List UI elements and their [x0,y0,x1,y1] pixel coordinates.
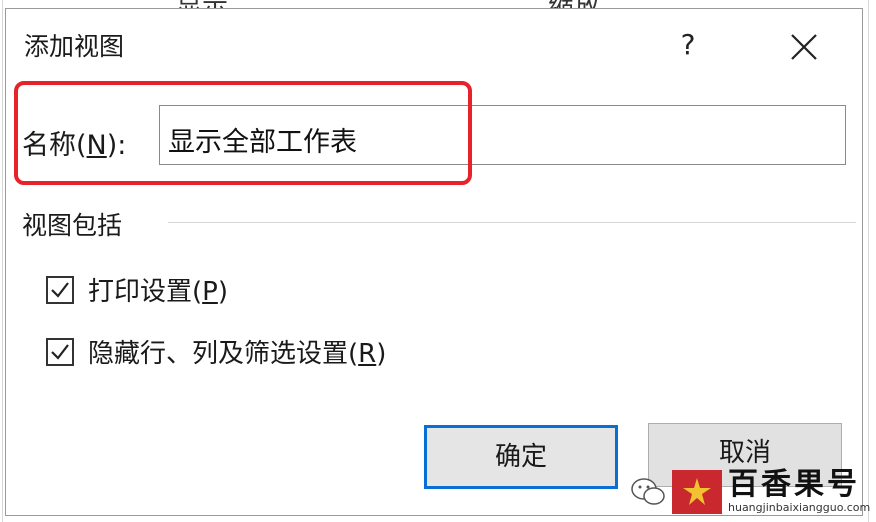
checkmark-icon [51,343,69,360]
grid-line [868,0,869,522]
watermark-url: huangjinbaixiangguo.com [728,501,871,514]
hidden-rows-filter-option[interactable]: 隐藏行、列及筛选设置(R) [46,333,386,370]
highlight-annotation [14,81,472,185]
wechat-icon [631,478,665,505]
print-settings-label: 打印设置(P) [88,277,228,307]
grid-line [2,0,3,522]
star-icon [683,478,711,505]
checkmark-icon [51,281,69,298]
add-view-dialog: 添加视图 ? 名称(N): 显示全部工作表 视图包括 打印设置(P) 隐藏行、列… [5,8,863,516]
help-button[interactable]: ? [668,25,708,65]
print-settings-checkbox[interactable] [46,275,74,304]
dialog-title: 添加视图 [24,32,125,61]
brand-logo-icon [672,470,722,514]
hidden-rows-filter-label: 隐藏行、列及筛选设置(R) [88,339,387,369]
ok-button[interactable]: 确定 [424,425,618,489]
close-icon [791,34,817,60]
close-button[interactable] [782,25,826,69]
watermark: 百香果号 huangjinbaixiangguo.com [628,462,876,522]
watermark-brand: 百香果号 [728,467,860,502]
hidden-rows-filter-checkbox[interactable] [46,337,74,366]
group-divider [168,222,856,223]
view-includes-label: 视图包括 [22,211,123,240]
print-settings-option[interactable]: 打印设置(P) [46,271,228,308]
